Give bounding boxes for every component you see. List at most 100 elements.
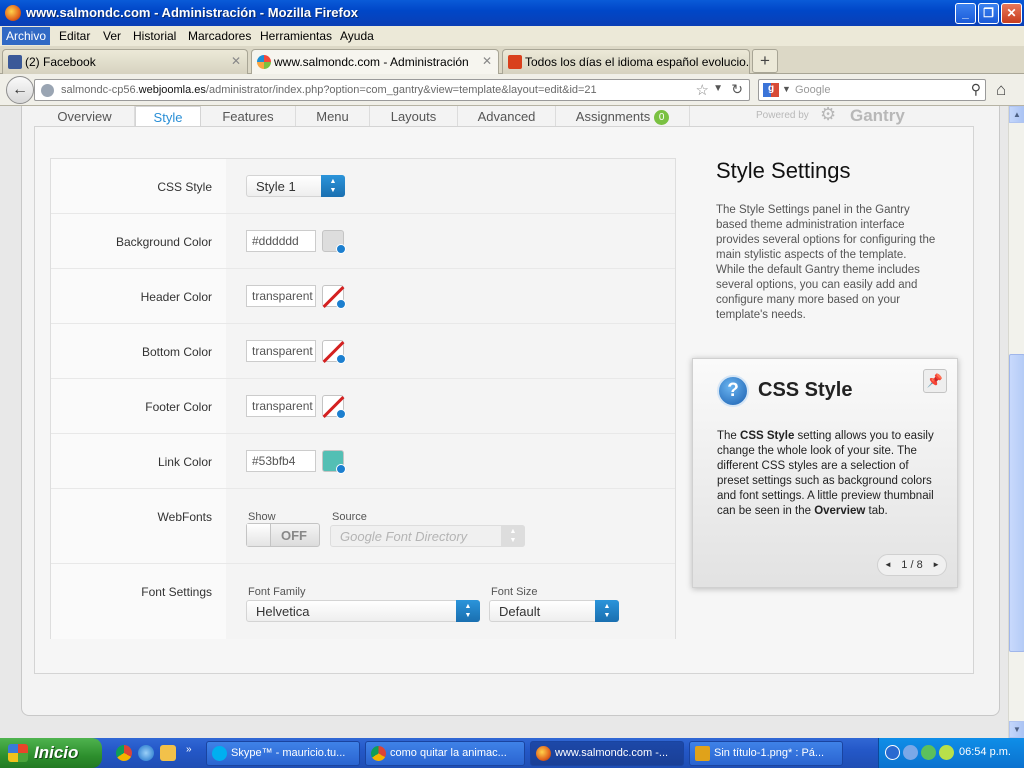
browser-tab-administracion[interactable]: www.salmondc.com - Administración ✕ — [251, 49, 499, 75]
globe-icon — [41, 84, 54, 97]
style-settings-form: CSS Style Style 1 ▲ ▼ Background Color #d… — [50, 158, 676, 639]
search-engine-dropdown-icon[interactable]: ▼ — [782, 84, 791, 94]
background-color-label: Background Color — [51, 214, 226, 268]
pager-prev-icon[interactable]: ◄ — [884, 555, 892, 575]
restore-button[interactable]: ❐ — [978, 3, 999, 24]
site-favicon-icon — [508, 55, 522, 69]
menu-historial[interactable]: Historial — [133, 29, 176, 43]
browser-tab-facebook[interactable]: (2) Facebook ✕ — [2, 49, 248, 74]
tab-close-icon[interactable]: ✕ — [482, 54, 492, 68]
vertical-scrollbar[interactable]: ▲ ▼ — [1008, 106, 1024, 738]
clock: 06:54 p.m. — [959, 746, 1011, 758]
bottom-color-swatch[interactable] — [322, 340, 346, 364]
tab-label: (2) Facebook — [25, 55, 96, 69]
firefox-icon — [5, 5, 21, 21]
fireworks-icon — [695, 746, 710, 761]
header-color-input[interactable]: transparent — [246, 285, 316, 307]
help-pager: ◄ 1 / 8 ► — [877, 554, 947, 576]
footer-color-input[interactable]: transparent — [246, 395, 316, 417]
assignments-badge: 0 — [654, 110, 670, 125]
minimize-button[interactable]: _ — [955, 3, 976, 24]
menu-herramientas[interactable]: Herramientas — [260, 29, 332, 43]
webfonts-toggle[interactable]: OFF — [246, 523, 320, 547]
toggle-knob — [247, 524, 271, 546]
color-picker-icon — [336, 464, 346, 474]
row-link-color: Link Color #53bfb4 — [51, 434, 675, 489]
webfonts-source-label: Source — [332, 511, 367, 523]
search-bar[interactable]: g ▼ Google ⚲ — [758, 79, 986, 101]
scroll-up-icon[interactable]: ▲ — [1009, 106, 1024, 123]
css-style-select[interactable]: Style 1 ▲ ▼ — [246, 175, 345, 197]
new-tab-button[interactable]: + — [752, 49, 778, 73]
font-size-label: Font Size — [491, 586, 538, 598]
url-bar[interactable]: salmondc-cp56.webjoomla.es/administrator… — [34, 79, 750, 101]
search-icon[interactable]: ⚲ — [971, 81, 981, 98]
menu-marcadores[interactable]: Marcadores — [188, 29, 251, 43]
background-color-input[interactable]: #dddddd — [246, 230, 316, 252]
bookmark-star-icon[interactable]: ☆ — [696, 81, 709, 99]
tray-expand-icon[interactable] — [885, 745, 900, 760]
select-arrows-icon: ▲ ▼ — [321, 175, 345, 197]
start-button[interactable]: Inicio — [0, 738, 102, 768]
gantry-logo: Gantry — [850, 106, 905, 125]
pager-next-icon[interactable]: ► — [932, 555, 940, 575]
powered-by-text: Powered by — [756, 110, 809, 121]
help-title: CSS Style — [758, 379, 853, 401]
reload-icon[interactable]: ↻ — [731, 81, 743, 98]
messenger-quicklaunch-icon[interactable] — [160, 745, 176, 761]
home-icon[interactable]: ⌂ — [996, 80, 1006, 100]
menu-archivo[interactable]: Archivo — [2, 27, 51, 45]
windows-flag-icon — [8, 744, 28, 762]
menu-editar[interactable]: Editar — [59, 29, 90, 43]
skype-icon — [212, 746, 227, 761]
link-color-swatch[interactable] — [322, 450, 346, 474]
back-button[interactable]: ← — [6, 76, 34, 104]
help-body: The CSS Style setting allows you to easi… — [717, 430, 934, 517]
row-header-color: Header Color transparent — [51, 269, 675, 324]
row-css-style: CSS Style Style 1 ▲ ▼ — [51, 159, 675, 214]
bottom-color-input[interactable]: transparent — [246, 340, 316, 362]
chrome-quicklaunch-icon[interactable] — [116, 745, 132, 761]
row-font-settings: Font Settings Font Family Helvetica ▲ ▼ F… — [51, 564, 675, 639]
row-bottom-color: Bottom Color transparent — [51, 324, 675, 379]
select-arrows-icon: ▲ ▼ — [456, 600, 480, 622]
row-footer-color: Footer Color transparent — [51, 379, 675, 434]
css-style-label: CSS Style — [51, 159, 226, 213]
color-picker-icon — [336, 244, 346, 254]
ie-quicklaunch-icon[interactable] — [138, 745, 154, 761]
scrollbar-thumb[interactable] — [1009, 354, 1024, 652]
background-color-swatch[interactable] — [322, 230, 346, 254]
gantry-gear-icon: ⚙ — [820, 106, 837, 124]
task-skype[interactable]: Skype™ - mauricio.tu... — [206, 741, 360, 766]
close-button[interactable]: ✕ — [1001, 3, 1022, 24]
tab-close-icon[interactable]: ✕ — [231, 54, 241, 68]
task-chrome[interactable]: como quitar la animac... — [365, 741, 525, 766]
firefox-icon — [536, 746, 551, 761]
menu-ver[interactable]: Ver — [103, 29, 121, 43]
menu-ayuda[interactable]: Ayuda — [340, 29, 374, 43]
status-icon[interactable] — [939, 745, 954, 760]
bottom-color-label: Bottom Color — [51, 324, 226, 378]
css-style-help-panel: ? CSS Style 📌 The CSS Style setting allo… — [692, 358, 958, 588]
row-background-color: Background Color #dddddd — [51, 214, 675, 269]
quicklaunch-chevron-icon[interactable]: » — [186, 744, 192, 755]
scroll-down-icon[interactable]: ▼ — [1009, 721, 1024, 738]
header-color-swatch[interactable] — [322, 285, 346, 309]
page-viewport: Overview Style Features Menu Layouts Adv… — [0, 106, 1008, 738]
task-firefox[interactable]: www.salmondc.com -... — [530, 741, 684, 766]
url-dropdown-icon[interactable]: ▼ — [713, 83, 723, 94]
task-fireworks[interactable]: Sin título-1.png* : Pá... — [689, 741, 843, 766]
system-tray: 06:54 p.m. — [878, 738, 1024, 768]
pin-icon[interactable]: 📌 — [923, 369, 947, 393]
google-icon: g — [763, 83, 779, 97]
footer-color-swatch[interactable] — [322, 395, 346, 419]
footer-color-label: Footer Color — [51, 379, 226, 433]
joomla-icon — [257, 55, 271, 69]
font-settings-label: Font Settings — [51, 564, 226, 639]
security-icon[interactable] — [921, 745, 936, 760]
link-color-input[interactable]: #53bfb4 — [246, 450, 316, 472]
font-size-select[interactable]: Default ▲ ▼ — [489, 600, 619, 622]
network-icon[interactable] — [903, 745, 918, 760]
browser-tab-idioma[interactable]: Todos los días el idioma español evoluci… — [502, 49, 750, 74]
font-family-select[interactable]: Helvetica ▲ ▼ — [246, 600, 480, 622]
